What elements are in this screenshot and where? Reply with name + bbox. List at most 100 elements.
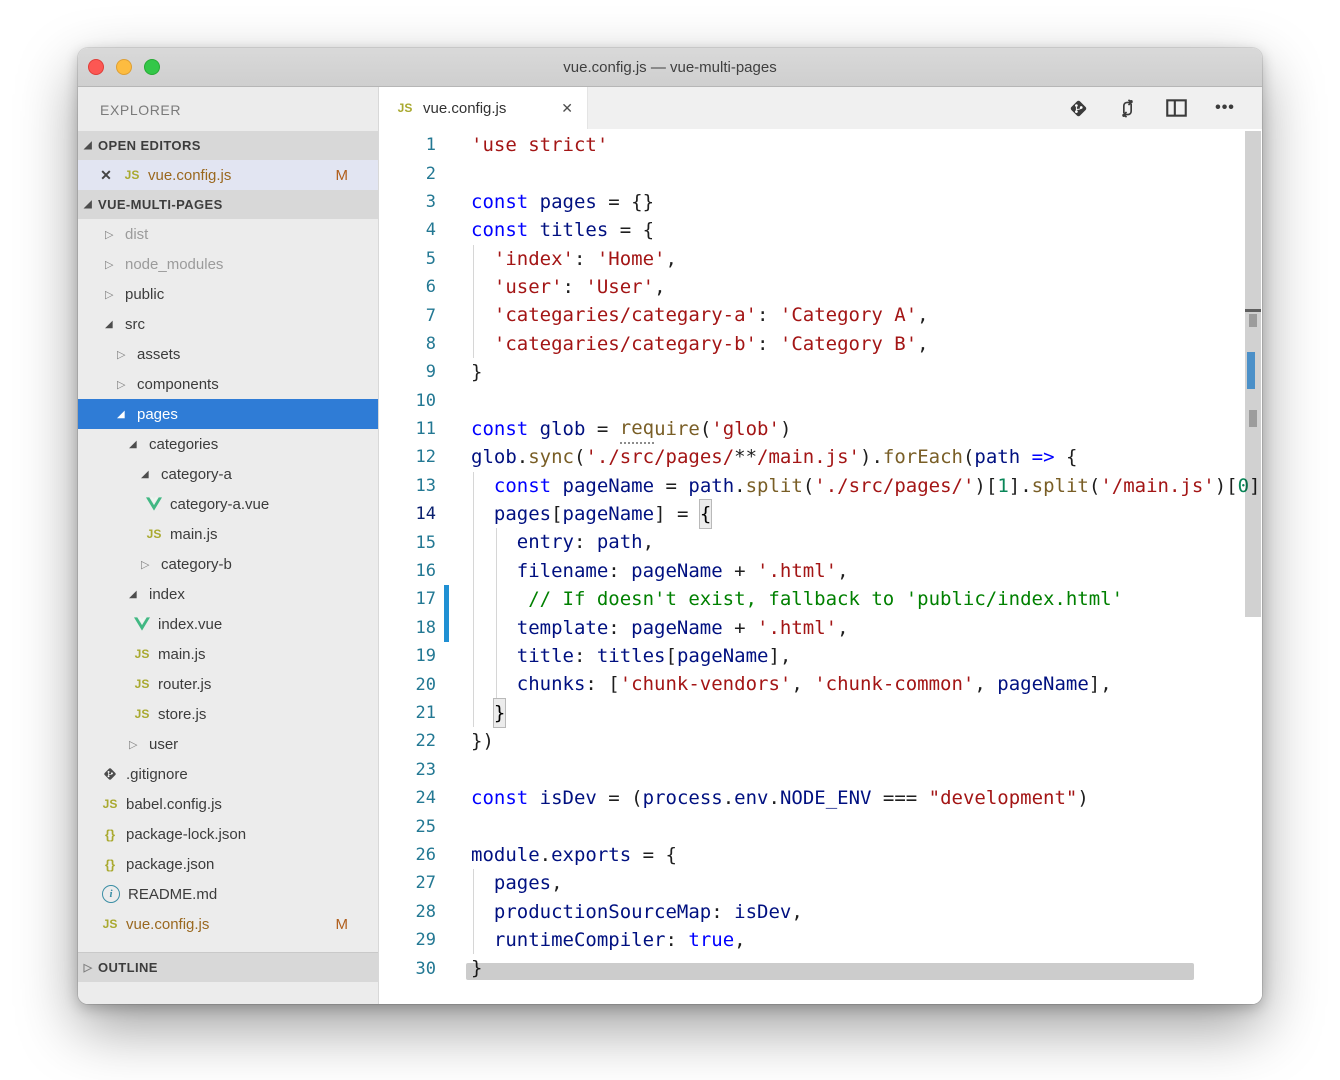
indent-guide	[496, 614, 497, 642]
vscode-window: vue.config.js — vue-multi-pages EXPLORER…	[78, 48, 1262, 1004]
code-text: const titles = {	[471, 216, 654, 244]
horizontal-scrollbar[interactable]	[466, 963, 1194, 980]
code-line-29[interactable]: 29 runtimeCompiler: true,	[379, 926, 1262, 954]
split-editor-icon[interactable]	[1165, 97, 1187, 119]
tree-item-main.js[interactable]: JSmain.js	[78, 519, 378, 549]
window-titlebar[interactable]: vue.config.js — vue-multi-pages	[78, 48, 1262, 87]
line-number: 27	[379, 873, 436, 893]
code-text: const glob = require('glob')	[471, 415, 791, 443]
code-line-18[interactable]: 18 template: pageName + '.html',	[379, 614, 1262, 642]
code-line-17[interactable]: 17 // If doesn't exist, fallback to 'pub…	[379, 585, 1262, 613]
tree-item-.gitignore[interactable]: .gitignore	[78, 759, 378, 789]
chevron-collapsed-icon: ▷	[117, 348, 131, 361]
tree-item-index.vue[interactable]: index.vue	[78, 609, 378, 639]
indent-guide	[496, 642, 497, 670]
js-file-icon: JS	[132, 677, 152, 691]
code-lines: 1'use strict'23const pages = {}4const ti…	[379, 131, 1262, 983]
info-file-icon: i	[102, 885, 120, 903]
code-line-27[interactable]: 27 pages,	[379, 869, 1262, 897]
open-editor-item[interactable]: ✕ JS vue.config.js M	[78, 160, 378, 190]
tree-item-label: vue.config.js	[126, 916, 209, 933]
indent-guide	[473, 642, 474, 670]
close-editor-icon[interactable]: ✕	[98, 167, 114, 184]
code-line-22[interactable]: 22})	[379, 727, 1262, 755]
code-text: glob.sync('./src/pages/**/main.js').forE…	[471, 443, 1077, 471]
code-line-26[interactable]: 26module.exports = {	[379, 841, 1262, 869]
tree-item-node_modules[interactable]: ▷node_modules	[78, 249, 378, 279]
code-editor[interactable]: 1'use strict'23const pages = {}4const ti…	[379, 129, 1262, 1004]
code-line-12[interactable]: 12glob.sync('./src/pages/**/main.js').fo…	[379, 443, 1262, 471]
tree-item-index[interactable]: ◢index	[78, 579, 378, 609]
chevron-expanded-icon: ◢	[78, 199, 98, 210]
indent-guide	[473, 301, 474, 329]
code-line-23[interactable]: 23	[379, 756, 1262, 784]
code-line-9[interactable]: 9}	[379, 358, 1262, 386]
tree-item-router.js[interactable]: JSrouter.js	[78, 669, 378, 699]
code-line-10[interactable]: 10	[379, 387, 1262, 415]
open-editors-label: OPEN EDITORS	[98, 138, 201, 153]
code-line-2[interactable]: 2	[379, 159, 1262, 187]
tree-item-category-a.vue[interactable]: category-a.vue	[78, 489, 378, 519]
tree-item-category-b[interactable]: ▷category-b	[78, 549, 378, 579]
tab-vue-config-js[interactable]: JS vue.config.js ✕	[379, 87, 588, 129]
vertical-scrollbar[interactable]	[1245, 131, 1261, 617]
code-line-13[interactable]: 13 const pageName = path.split('./src/pa…	[379, 472, 1262, 500]
code-line-14[interactable]: 14 pages[pageName] = {	[379, 500, 1262, 528]
indent-guide	[473, 500, 474, 528]
code-line-20[interactable]: 20 chunks: ['chunk-vendors', 'chunk-comm…	[379, 670, 1262, 698]
tree-item-public[interactable]: ▷public	[78, 279, 378, 309]
tree-item-README.md[interactable]: iREADME.md	[78, 879, 378, 909]
code-line-7[interactable]: 7 'categaries/categary-a': 'Category A',	[379, 301, 1262, 329]
code-line-11[interactable]: 11const glob = require('glob')	[379, 415, 1262, 443]
tree-item-label: categories	[149, 436, 218, 453]
project-section-header[interactable]: ◢ VUE-MULTI-PAGES	[78, 190, 378, 219]
more-actions-icon[interactable]: •••	[1214, 97, 1236, 119]
indent-guide	[496, 528, 497, 556]
line-number: 18	[379, 618, 436, 638]
tree-item-package-lock.json[interactable]: {}package-lock.json	[78, 819, 378, 849]
vue-file-icon	[144, 497, 164, 511]
code-text: runtimeCompiler: true,	[471, 926, 746, 954]
tree-item-babel.config.js[interactable]: JSbabel.config.js	[78, 789, 378, 819]
code-line-28[interactable]: 28 productionSourceMap: isDev,	[379, 898, 1262, 926]
compare-changes-icon[interactable]	[1116, 97, 1138, 119]
code-text: chunks: ['chunk-vendors', 'chunk-common'…	[471, 670, 1112, 698]
tree-item-pages[interactable]: ◢pages	[78, 399, 378, 429]
code-line-4[interactable]: 4const titles = {	[379, 216, 1262, 244]
chevron-collapsed-icon: ▷	[78, 961, 98, 974]
line-number: 29	[379, 930, 436, 950]
outline-label: OUTLINE	[98, 960, 158, 975]
open-editors-section-header[interactable]: ◢ OPEN EDITORS	[78, 131, 378, 160]
code-line-8[interactable]: 8 'categaries/categary-b': 'Category B',	[379, 330, 1262, 358]
code-line-21[interactable]: 21 }	[379, 699, 1262, 727]
code-line-3[interactable]: 3const pages = {}	[379, 188, 1262, 216]
code-line-25[interactable]: 25	[379, 812, 1262, 840]
code-line-16[interactable]: 16 filename: pageName + '.html',	[379, 557, 1262, 585]
tree-item-category-a[interactable]: ◢category-a	[78, 459, 378, 489]
code-text: entry: path,	[471, 528, 654, 556]
js-file-icon: JS	[122, 168, 142, 182]
outline-section-header[interactable]: ▷ OUTLINE	[78, 952, 378, 982]
indent-guide	[496, 670, 497, 698]
code-line-6[interactable]: 6 'user': 'User',	[379, 273, 1262, 301]
tree-item-dist[interactable]: ▷dist	[78, 219, 378, 249]
code-line-15[interactable]: 15 entry: path,	[379, 528, 1262, 556]
tree-item-vue.config.js[interactable]: JSvue.config.jsM	[78, 909, 378, 939]
tree-item-user[interactable]: ▷user	[78, 729, 378, 759]
tree-item-store.js[interactable]: JSstore.js	[78, 699, 378, 729]
tree-item-package.json[interactable]: {}package.json	[78, 849, 378, 879]
close-tab-icon[interactable]: ✕	[557, 98, 577, 119]
line-number: 5	[379, 249, 436, 269]
line-number: 28	[379, 902, 436, 922]
open-changes-icon[interactable]	[1067, 97, 1089, 119]
tree-item-components[interactable]: ▷components	[78, 369, 378, 399]
code-line-5[interactable]: 5 'index': 'Home',	[379, 245, 1262, 273]
tree-item-assets[interactable]: ▷assets	[78, 339, 378, 369]
tree-item-main.js[interactable]: JSmain.js	[78, 639, 378, 669]
tree-item-categories[interactable]: ◢categories	[78, 429, 378, 459]
code-line-19[interactable]: 19 title: titles[pageName],	[379, 642, 1262, 670]
code-line-1[interactable]: 1'use strict'	[379, 131, 1262, 159]
tree-item-src[interactable]: ◢src	[78, 309, 378, 339]
code-text: })	[471, 727, 494, 755]
code-line-24[interactable]: 24const isDev = (process.env.NODE_ENV ==…	[379, 784, 1262, 812]
